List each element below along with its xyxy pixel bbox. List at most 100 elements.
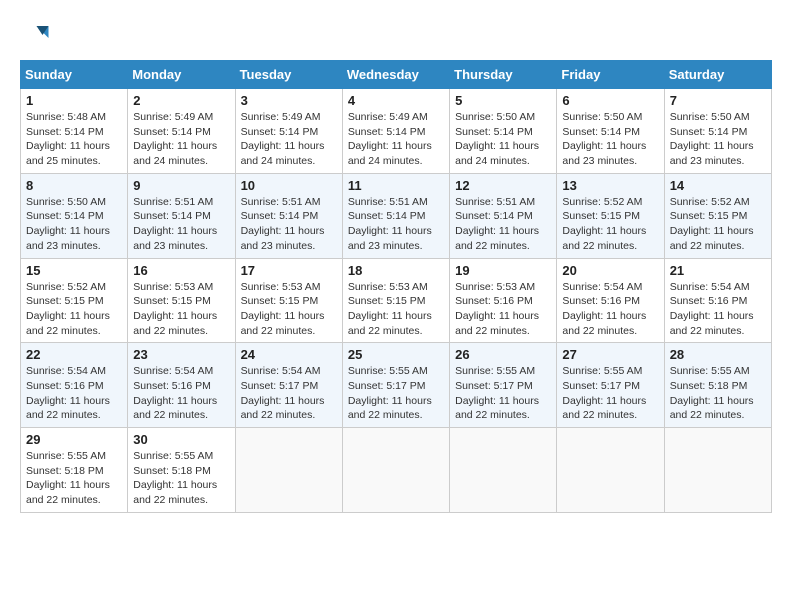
calendar-cell xyxy=(664,428,771,513)
header-day-wednesday: Wednesday xyxy=(342,61,449,89)
day-info: Sunrise: 5:50 AM Sunset: 5:14 PM Dayligh… xyxy=(562,110,658,169)
day-info: Sunrise: 5:55 AM Sunset: 5:17 PM Dayligh… xyxy=(348,364,444,423)
day-info: Sunrise: 5:54 AM Sunset: 5:17 PM Dayligh… xyxy=(241,364,337,423)
day-info: Sunrise: 5:54 AM Sunset: 5:16 PM Dayligh… xyxy=(670,280,766,339)
day-number: 9 xyxy=(133,178,229,193)
day-number: 6 xyxy=(562,93,658,108)
header xyxy=(20,20,772,50)
day-info: Sunrise: 5:55 AM Sunset: 5:17 PM Dayligh… xyxy=(562,364,658,423)
day-number: 19 xyxy=(455,263,551,278)
day-number: 27 xyxy=(562,347,658,362)
week-row-5: 29 Sunrise: 5:55 AM Sunset: 5:18 PM Dayli… xyxy=(21,428,772,513)
calendar-cell xyxy=(450,428,557,513)
day-number: 8 xyxy=(26,178,122,193)
day-info: Sunrise: 5:51 AM Sunset: 5:14 PM Dayligh… xyxy=(348,195,444,254)
day-number: 29 xyxy=(26,432,122,447)
day-number: 14 xyxy=(670,178,766,193)
day-number: 1 xyxy=(26,93,122,108)
day-info: Sunrise: 5:53 AM Sunset: 5:16 PM Dayligh… xyxy=(455,280,551,339)
day-number: 12 xyxy=(455,178,551,193)
day-info: Sunrise: 5:54 AM Sunset: 5:16 PM Dayligh… xyxy=(562,280,658,339)
calendar-cell xyxy=(235,428,342,513)
day-info: Sunrise: 5:54 AM Sunset: 5:16 PM Dayligh… xyxy=(26,364,122,423)
calendar-cell: 5 Sunrise: 5:50 AM Sunset: 5:14 PM Daylig… xyxy=(450,89,557,174)
day-number: 5 xyxy=(455,93,551,108)
day-info: Sunrise: 5:52 AM Sunset: 5:15 PM Dayligh… xyxy=(26,280,122,339)
calendar-cell: 14 Sunrise: 5:52 AM Sunset: 5:15 PM Dayli… xyxy=(664,173,771,258)
day-info: Sunrise: 5:55 AM Sunset: 5:17 PM Dayligh… xyxy=(455,364,551,423)
calendar-cell: 12 Sunrise: 5:51 AM Sunset: 5:14 PM Dayli… xyxy=(450,173,557,258)
calendar-header: SundayMondayTuesdayWednesdayThursdayFrid… xyxy=(21,61,772,89)
calendar-cell: 26 Sunrise: 5:55 AM Sunset: 5:17 PM Dayli… xyxy=(450,343,557,428)
day-info: Sunrise: 5:53 AM Sunset: 5:15 PM Dayligh… xyxy=(348,280,444,339)
week-row-2: 8 Sunrise: 5:50 AM Sunset: 5:14 PM Daylig… xyxy=(21,173,772,258)
day-number: 24 xyxy=(241,347,337,362)
week-row-4: 22 Sunrise: 5:54 AM Sunset: 5:16 PM Dayli… xyxy=(21,343,772,428)
day-number: 11 xyxy=(348,178,444,193)
calendar-cell: 10 Sunrise: 5:51 AM Sunset: 5:14 PM Dayli… xyxy=(235,173,342,258)
week-row-1: 1 Sunrise: 5:48 AM Sunset: 5:14 PM Daylig… xyxy=(21,89,772,174)
logo xyxy=(20,20,54,50)
day-info: Sunrise: 5:51 AM Sunset: 5:14 PM Dayligh… xyxy=(133,195,229,254)
day-number: 15 xyxy=(26,263,122,278)
day-number: 4 xyxy=(348,93,444,108)
calendar-cell: 19 Sunrise: 5:53 AM Sunset: 5:16 PM Dayli… xyxy=(450,258,557,343)
calendar-cell: 7 Sunrise: 5:50 AM Sunset: 5:14 PM Daylig… xyxy=(664,89,771,174)
calendar-cell: 23 Sunrise: 5:54 AM Sunset: 5:16 PM Dayli… xyxy=(128,343,235,428)
calendar-cell: 1 Sunrise: 5:48 AM Sunset: 5:14 PM Daylig… xyxy=(21,89,128,174)
calendar-cell: 16 Sunrise: 5:53 AM Sunset: 5:15 PM Dayli… xyxy=(128,258,235,343)
calendar-cell xyxy=(342,428,449,513)
day-info: Sunrise: 5:48 AM Sunset: 5:14 PM Dayligh… xyxy=(26,110,122,169)
day-info: Sunrise: 5:50 AM Sunset: 5:14 PM Dayligh… xyxy=(670,110,766,169)
day-info: Sunrise: 5:52 AM Sunset: 5:15 PM Dayligh… xyxy=(670,195,766,254)
calendar-cell xyxy=(557,428,664,513)
day-number: 18 xyxy=(348,263,444,278)
day-info: Sunrise: 5:55 AM Sunset: 5:18 PM Dayligh… xyxy=(133,449,229,508)
day-info: Sunrise: 5:51 AM Sunset: 5:14 PM Dayligh… xyxy=(455,195,551,254)
calendar-cell: 22 Sunrise: 5:54 AM Sunset: 5:16 PM Dayli… xyxy=(21,343,128,428)
calendar-cell: 20Sunrise: 5:54 AM Sunset: 5:16 PM Dayli… xyxy=(557,258,664,343)
week-row-3: 15 Sunrise: 5:52 AM Sunset: 5:15 PM Dayli… xyxy=(21,258,772,343)
calendar-cell: 2Sunrise: 5:49 AM Sunset: 5:14 PM Daylig… xyxy=(128,89,235,174)
day-number: 23 xyxy=(133,347,229,362)
calendar-cell: 28 Sunrise: 5:55 AM Sunset: 5:18 PM Dayli… xyxy=(664,343,771,428)
calendar-body: 1 Sunrise: 5:48 AM Sunset: 5:14 PM Daylig… xyxy=(21,89,772,513)
day-info: Sunrise: 5:50 AM Sunset: 5:14 PM Dayligh… xyxy=(26,195,122,254)
calendar-cell: 13Sunrise: 5:52 AM Sunset: 5:15 PM Dayli… xyxy=(557,173,664,258)
day-info: Sunrise: 5:55 AM Sunset: 5:18 PM Dayligh… xyxy=(670,364,766,423)
header-day-thursday: Thursday xyxy=(450,61,557,89)
day-info: Sunrise: 5:50 AM Sunset: 5:14 PM Dayligh… xyxy=(455,110,551,169)
calendar-cell: 15 Sunrise: 5:52 AM Sunset: 5:15 PM Dayli… xyxy=(21,258,128,343)
day-info: Sunrise: 5:55 AM Sunset: 5:18 PM Dayligh… xyxy=(26,449,122,508)
header-day-saturday: Saturday xyxy=(664,61,771,89)
day-info: Sunrise: 5:49 AM Sunset: 5:14 PM Dayligh… xyxy=(241,110,337,169)
header-row: SundayMondayTuesdayWednesdayThursdayFrid… xyxy=(21,61,772,89)
day-info: Sunrise: 5:53 AM Sunset: 5:15 PM Dayligh… xyxy=(241,280,337,339)
day-number: 26 xyxy=(455,347,551,362)
header-day-friday: Friday xyxy=(557,61,664,89)
header-day-monday: Monday xyxy=(128,61,235,89)
day-number: 22 xyxy=(26,347,122,362)
day-number: 25 xyxy=(348,347,444,362)
calendar-cell: 17 Sunrise: 5:53 AM Sunset: 5:15 PM Dayli… xyxy=(235,258,342,343)
day-number: 16 xyxy=(133,263,229,278)
day-number: 21 xyxy=(670,263,766,278)
calendar-cell: 9 Sunrise: 5:51 AM Sunset: 5:14 PM Daylig… xyxy=(128,173,235,258)
calendar-cell: 8 Sunrise: 5:50 AM Sunset: 5:14 PM Daylig… xyxy=(21,173,128,258)
day-info: Sunrise: 5:54 AM Sunset: 5:16 PM Dayligh… xyxy=(133,364,229,423)
day-number: 13 xyxy=(562,178,658,193)
day-number: 10 xyxy=(241,178,337,193)
day-number: 7 xyxy=(670,93,766,108)
day-info: Sunrise: 5:49 AM Sunset: 5:14 PM Dayligh… xyxy=(133,110,229,169)
calendar-cell: 30Sunrise: 5:55 AM Sunset: 5:18 PM Dayli… xyxy=(128,428,235,513)
day-info: Sunrise: 5:53 AM Sunset: 5:15 PM Dayligh… xyxy=(133,280,229,339)
day-info: Sunrise: 5:51 AM Sunset: 5:14 PM Dayligh… xyxy=(241,195,337,254)
calendar-table: SundayMondayTuesdayWednesdayThursdayFrid… xyxy=(20,60,772,513)
header-day-sunday: Sunday xyxy=(21,61,128,89)
day-number: 17 xyxy=(241,263,337,278)
day-number: 3 xyxy=(241,93,337,108)
calendar-cell: 24 Sunrise: 5:54 AM Sunset: 5:17 PM Dayli… xyxy=(235,343,342,428)
day-number: 28 xyxy=(670,347,766,362)
calendar-cell: 3 Sunrise: 5:49 AM Sunset: 5:14 PM Daylig… xyxy=(235,89,342,174)
logo-icon xyxy=(20,20,50,50)
